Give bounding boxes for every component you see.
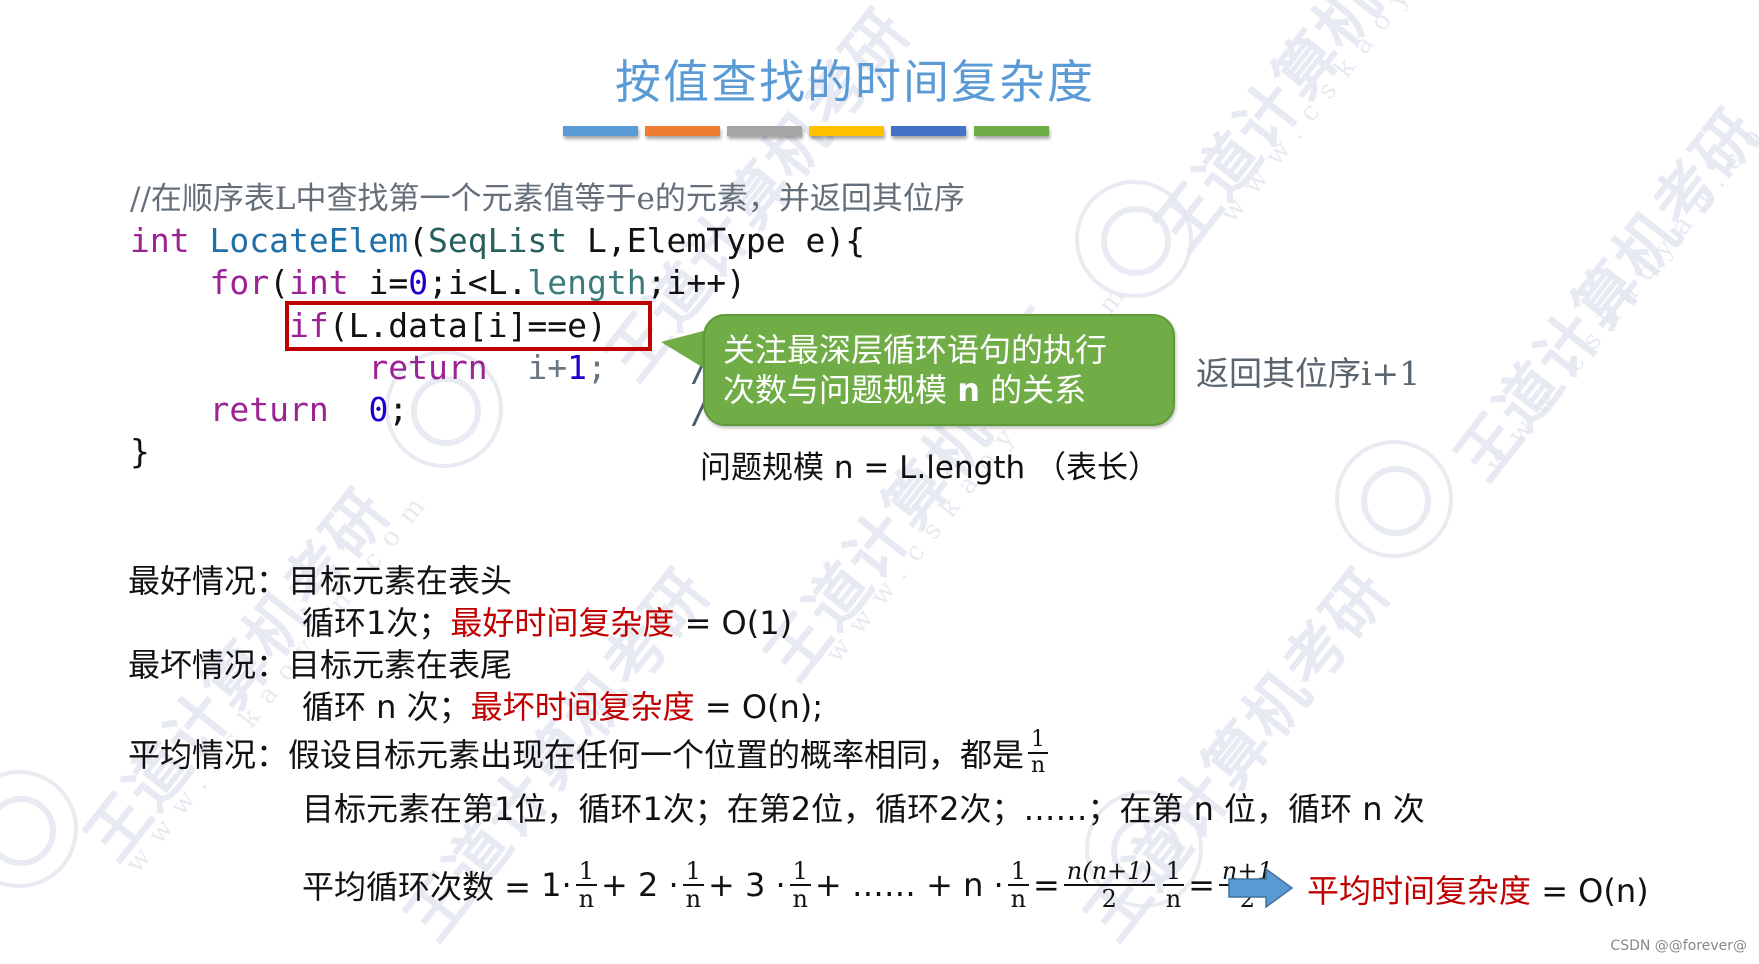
fraction-denominator: n <box>685 885 702 913</box>
formula-term: + …… + n · <box>814 866 1004 904</box>
formula-term: + 3 · <box>707 866 786 904</box>
code-number: 1 <box>567 348 588 387</box>
code-punct: ; <box>587 348 607 387</box>
formula-fraction: 1n <box>1162 858 1185 913</box>
average-case-positions: 目标元素在第1位，循环1次；在第2位，循环2次；……；在第 n 位，循环 n 次 <box>302 790 1425 828</box>
title-bar-yellow <box>809 126 884 136</box>
fraction-numerator: 1 <box>1007 858 1029 886</box>
best-case-result-row: 循环1次；最好时间复杂度 = O(1) <box>302 598 792 644</box>
fraction-denominator: 2 <box>1101 885 1117 913</box>
code-line-return-index: return i+1; <box>130 347 607 389</box>
callout-line-1: 关注最深层循环语句的执行 <box>723 331 1108 369</box>
callout-bubble: 关注最深层循环语句的执行 次数与问题规模 n 的关系 <box>703 314 1175 426</box>
title-bar-blue <box>563 126 638 136</box>
code-text: i+ <box>527 348 568 387</box>
code-keyword: int <box>130 221 190 260</box>
highlight-box <box>285 301 652 351</box>
code-punct: ( <box>408 221 429 260</box>
fraction-numerator: 1 <box>682 858 704 886</box>
formula-fraction: 1n <box>1007 858 1029 913</box>
watermark-seal-icon <box>1075 180 1193 298</box>
code-params: L,ElemType e){ <box>567 221 866 260</box>
average-complexity-result: 平均时间复杂度 = O(n) <box>1307 866 1649 912</box>
problem-size-note: 问题规模 n = L.length （表长） <box>700 450 1159 486</box>
csdn-attribution: CSDN @@forever@ <box>1610 938 1747 954</box>
fraction-denominator: n <box>578 885 595 913</box>
title-bar-orange <box>645 126 720 136</box>
formula-label: 平均循环次数 = <box>302 868 542 906</box>
code-line-return-zero: return 0; <box>130 389 408 431</box>
worst-case-result-row: 循环 n 次；最坏时间复杂度 = O(n); <box>302 682 823 728</box>
formula-fraction: 1n <box>789 858 811 913</box>
formula-term: + 2 · <box>600 866 679 904</box>
best-case-complexity: = O(1) <box>674 604 793 642</box>
title-bar-darkblue <box>891 126 966 136</box>
code-keyword: return <box>209 390 329 429</box>
formula-term: 1· <box>541 866 572 904</box>
title-bar-green <box>974 126 1049 136</box>
right-arrow-icon <box>1228 868 1294 908</box>
fraction-denominator: n <box>792 885 809 913</box>
average-case-row: 平均情况： 假设目标元素出现在任何一个位置的概率相同，都是 1 n <box>128 728 1052 778</box>
side-note-return-position: 返回其位序i+1 <box>1196 354 1421 393</box>
title-bar-gray <box>727 126 802 136</box>
code-line-close-brace: } <box>130 432 150 471</box>
average-loop-formula: 平均循环次数 = 1· 1n + 2 · 1n + 3 · 1n + …… + … <box>302 858 1280 912</box>
code-keyword: return <box>368 348 488 387</box>
code-text: ;i++) <box>646 263 746 302</box>
average-case-assumption: 假设目标元素出现在任何一个位置的概率相同，都是 <box>288 736 1025 774</box>
watermark-seal-icon <box>1335 440 1453 558</box>
average-case-complexity: = O(n) <box>1531 872 1649 910</box>
average-case-label: 平均情况： <box>128 736 289 774</box>
code-function-name: LocateElem <box>209 221 409 260</box>
code-keyword: int <box>288 263 349 302</box>
worst-case-row: 最坏情况：目标元素在表尾 <box>128 640 512 686</box>
average-case-term: 平均时间复杂度 <box>1307 872 1532 910</box>
code-member: length <box>527 263 647 302</box>
code-line-signature: int LocateElem(SeqList L,ElemType e){ <box>130 220 865 262</box>
best-case-term: 最好时间复杂度 <box>450 604 675 642</box>
watermark-brand: 王道计算机考研 <box>1441 95 1759 494</box>
worst-case-complexity: = O(n); <box>694 688 824 726</box>
worst-case-desc: 目标元素在表尾 <box>288 646 513 684</box>
code-punct: ( <box>269 263 289 302</box>
code-number: 0 <box>408 263 429 302</box>
code-keyword: for <box>209 263 270 302</box>
code-type: SeqList <box>428 221 568 260</box>
best-case-desc: 目标元素在表头 <box>288 562 513 600</box>
best-case-loops: 循环1次； <box>302 604 451 642</box>
watermark-seal-icon <box>0 770 78 888</box>
code-text: i= <box>348 263 409 302</box>
formula-equals: = <box>1032 866 1060 904</box>
formula-fraction: 1n <box>682 858 704 913</box>
fraction-denominator: n <box>1030 753 1046 778</box>
callout-text: 次数与问题规模 <box>723 371 958 409</box>
slide-title: 按值查找的时间复杂度 <box>615 55 1095 109</box>
worst-case-term: 最坏时间复杂度 <box>470 688 695 726</box>
formula-equals: = <box>1188 866 1215 904</box>
worst-case-loops: 循环 n 次； <box>302 688 471 726</box>
best-case-row: 最好情况：目标元素在表头 <box>128 556 512 602</box>
code-line-for: for(int i=0;i<L.length;i++) <box>130 262 746 304</box>
callout-line-2: 次数与问题规模 n 的关系 <box>723 370 1173 410</box>
fraction-denominator: n <box>1165 885 1182 913</box>
formula-fraction: 1n <box>575 858 597 913</box>
fraction-numerator: 1 <box>1162 858 1185 886</box>
best-case-label: 最好情况： <box>128 562 289 600</box>
fraction-denominator: n <box>1010 885 1027 913</box>
probability-fraction: 1n <box>1028 728 1049 778</box>
fraction-numerator: 1 <box>575 858 597 886</box>
fraction-numerator: 1 <box>789 858 811 886</box>
callout-text: 的关系 <box>979 371 1087 409</box>
code-text: ;i<L. <box>428 263 528 302</box>
callout-variable-n: n <box>957 371 980 409</box>
code-comment: //在顺序表L中查找第一个元素值等于e的元素，并返回其位序 <box>130 181 965 217</box>
code-number: 0 <box>368 390 389 429</box>
worst-case-label: 最坏情况： <box>128 646 289 684</box>
formula-fraction-sum: n(n+1) 2 <box>1063 858 1155 913</box>
fraction-numerator: n(n+1) <box>1063 858 1155 886</box>
callout-pointer <box>661 330 707 370</box>
fraction-numerator: 1 <box>1028 728 1049 754</box>
code-punct: ; <box>388 390 409 429</box>
